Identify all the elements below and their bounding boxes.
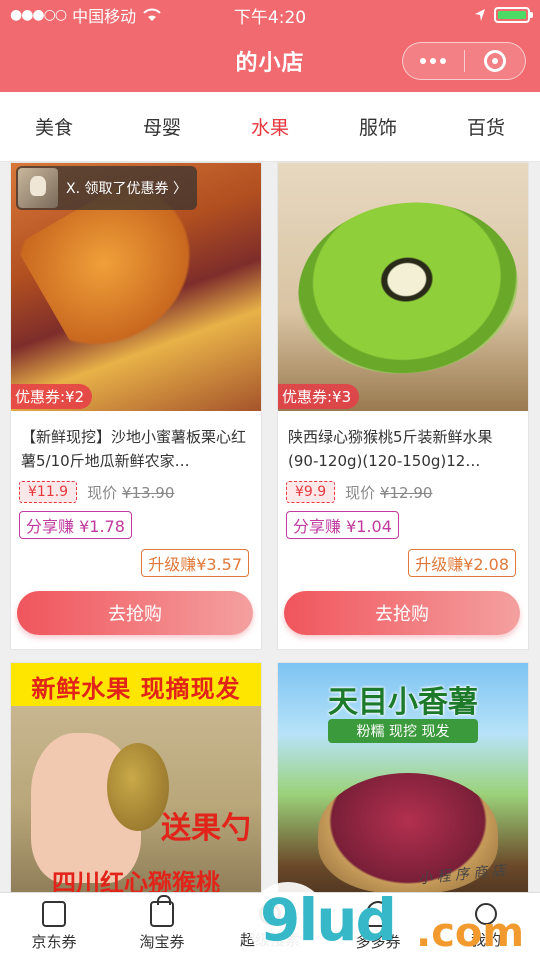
product-name[interactable]: 【新鲜现挖】沙地小蜜薯板栗心红薯5/10斤地瓜新鲜农家… xyxy=(11,411,261,477)
category-tabs: 美食 母婴 水果 服饰 百货 xyxy=(0,92,540,162)
search-icon xyxy=(259,903,281,925)
tab-label: 京东券 xyxy=(31,933,77,951)
coupon-badge: 优惠券:¥2 xyxy=(11,384,93,409)
product-card[interactable]: 天目小香薯 粉糯 现挖 现发 xyxy=(277,662,529,902)
sweet-potato-basket-illustration xyxy=(318,773,498,893)
status-right xyxy=(474,7,533,23)
upgrade-earn-badge[interactable]: 升级赚¥2.08 xyxy=(408,549,516,577)
product-image[interactable]: 新鲜水果 现摘现发 送果勺 四川红心猕猴桃 xyxy=(11,663,261,901)
status-left: ●●●○○ 中国移动 xyxy=(10,3,162,27)
claim-notice: X. 领取了优惠券 〉 xyxy=(16,166,197,210)
tab-taobao-coupon[interactable]: 淘宝券 xyxy=(108,893,216,960)
tab-baby[interactable]: 母婴 xyxy=(124,113,200,140)
product-name[interactable]: 陕西绿心猕猴桃5斤装新鲜水果(90-120g)(120-150g)12… xyxy=(278,411,528,477)
close-ring-icon xyxy=(483,50,506,72)
pdd-coupon-icon xyxy=(366,901,390,927)
image-banner: 天目小香薯 xyxy=(328,685,478,720)
jd-coupon-icon xyxy=(42,901,66,927)
location-icon xyxy=(475,9,485,21)
original-price-label: 现价 xyxy=(345,483,376,502)
product-card[interactable]: 新鲜水果 现摘现发 送果勺 四川红心猕猴桃 xyxy=(10,662,262,902)
tab-jd-coupon[interactable]: 京东券 xyxy=(0,893,108,960)
tab-mine[interactable]: 我的 xyxy=(432,893,540,960)
tab-food[interactable]: 美食 xyxy=(16,113,92,140)
taobao-bag-icon xyxy=(150,895,174,927)
avatar xyxy=(18,168,58,208)
close-mini-program-button[interactable] xyxy=(465,43,526,79)
image-caption: 送果勺 xyxy=(161,811,251,846)
product-image[interactable]: X. 领取了优惠券 〉 优惠券:¥2 xyxy=(11,163,261,411)
tab-clothing[interactable]: 服饰 xyxy=(340,113,416,140)
buy-button[interactable]: 去抢购 xyxy=(284,591,520,635)
product-card[interactable]: X. 领取了优惠券 〉 优惠券:¥2 【新鲜现挖】沙地小蜜薯板栗心红薯5/10斤… xyxy=(10,162,262,650)
original-price-label: 现价 xyxy=(87,483,118,502)
page-title: 的小店 xyxy=(235,51,305,76)
status-bar: ●●●○○ 中国移动 下午4:20 xyxy=(0,0,540,30)
price-row: ¥9.9 现价 ¥12.90 xyxy=(278,477,528,503)
tab-label: 我的 xyxy=(470,931,501,949)
mini-program-capsule xyxy=(402,42,526,80)
product-card[interactable]: 优惠券:¥3 陕西绿心猕猴桃5斤装新鲜水果(90-120g)(120-150g)… xyxy=(277,162,529,650)
user-icon xyxy=(475,903,497,925)
signal-icon: ●●●○○ xyxy=(10,7,67,23)
more-dots-icon xyxy=(420,58,447,64)
tab-fruit[interactable]: 水果 xyxy=(232,113,308,140)
carrier-label: 中国移动 xyxy=(72,7,137,26)
bottom-tab-bar: 京东券 淘宝券 超级搜索 多多券 我的 xyxy=(0,892,540,960)
nav-bar: 的小店 xyxy=(0,30,540,92)
image-banner: 新鲜水果 现摘现发 xyxy=(31,675,241,703)
share-earn-badge[interactable]: 分享赚 ¥1.78 xyxy=(19,511,132,539)
coupon-badge: 优惠券:¥3 xyxy=(278,384,360,409)
tab-label: 超级搜索 xyxy=(239,931,300,949)
kiwi-illustration xyxy=(287,188,528,388)
original-price-value: ¥12.90 xyxy=(379,483,433,502)
buy-button[interactable]: 去抢购 xyxy=(17,591,253,635)
battery-icon xyxy=(494,7,533,23)
coupon-price: ¥11.9 xyxy=(19,481,78,503)
coupon-price: ¥9.9 xyxy=(286,481,336,503)
claim-text: X. 领取了优惠券 〉 xyxy=(66,181,187,197)
original-price: 现价 ¥13.90 xyxy=(87,482,174,503)
tab-label: 多多券 xyxy=(355,933,401,951)
tab-label: 淘宝券 xyxy=(139,933,185,951)
top-bar: ●●●○○ 中国移动 下午4:20 的小店 xyxy=(0,0,540,92)
tab-pdd-coupon[interactable]: 多多券 xyxy=(324,893,432,960)
upgrade-earn-badge[interactable]: 升级赚¥3.57 xyxy=(141,549,249,577)
product-image[interactable]: 优惠券:¥3 xyxy=(278,163,528,411)
more-button[interactable] xyxy=(403,43,464,79)
tab-general[interactable]: 百货 xyxy=(448,113,524,140)
original-price-value: ¥13.90 xyxy=(121,483,175,502)
share-earn-badge[interactable]: 分享赚 ¥1.04 xyxy=(286,511,399,539)
image-subtitle: 粉糯 现挖 现发 xyxy=(328,719,478,743)
original-price: 现价 ¥12.90 xyxy=(345,482,432,503)
price-row: ¥11.9 现价 ¥13.90 xyxy=(11,477,261,503)
wifi-icon xyxy=(143,8,161,21)
tab-super-search[interactable]: 超级搜索 xyxy=(216,893,324,960)
product-image[interactable]: 天目小香薯 粉糯 现挖 现发 xyxy=(278,663,528,901)
